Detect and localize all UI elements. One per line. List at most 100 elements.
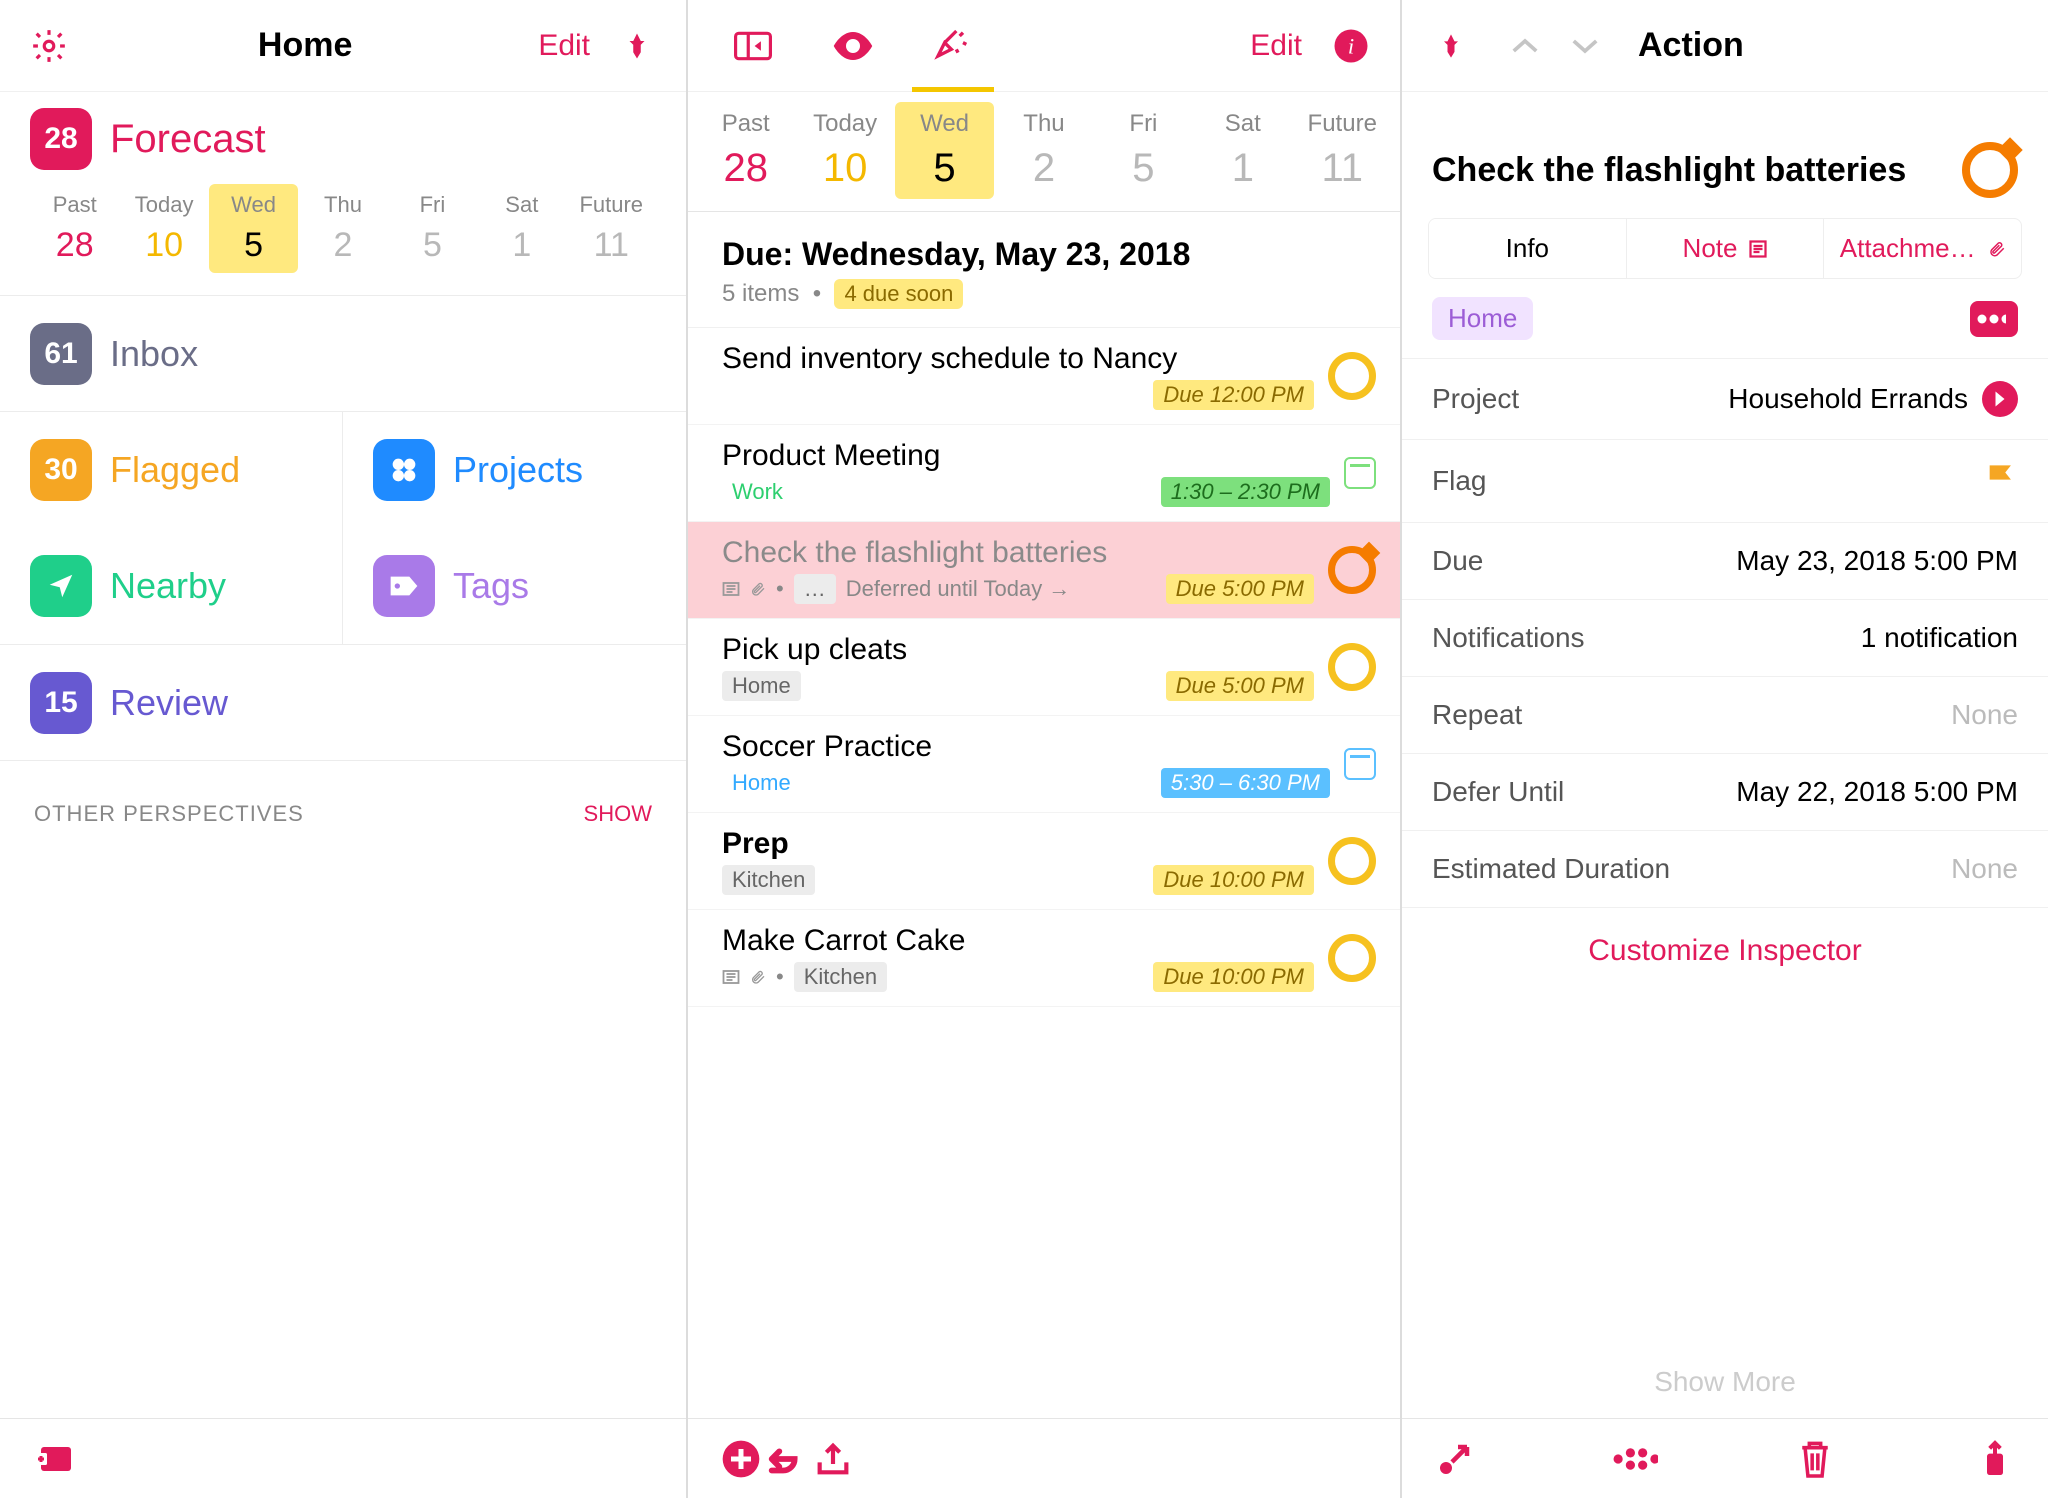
- field-due[interactable]: Due May 23, 2018 5:00 PM: [1402, 522, 2048, 599]
- task-title: Send inventory schedule to Nancy: [722, 342, 1314, 376]
- tab-attachments[interactable]: Attachme…: [1824, 219, 2021, 278]
- tab-note[interactable]: Note: [1627, 219, 1825, 278]
- task-due-chip: Due 12:00 PM: [1153, 380, 1314, 410]
- field-flag-label: Flag: [1432, 465, 1486, 497]
- day-wed[interactable]: Wed5: [209, 184, 298, 273]
- inspector-tags-row[interactable]: Home: [1402, 279, 2048, 358]
- other-perspectives-show-button[interactable]: SHOW: [584, 801, 652, 827]
- day-today[interactable]: Today10: [119, 184, 208, 273]
- attachment-indicator-icon: [750, 581, 766, 597]
- field-defer[interactable]: Defer Until May 22, 2018 5:00 PM: [1402, 753, 2048, 830]
- convert-icon[interactable]: [1612, 1436, 1658, 1482]
- project-arrow-icon[interactable]: [1982, 381, 2018, 417]
- perspective-nearby[interactable]: Nearby: [0, 528, 343, 644]
- tab-info[interactable]: Info: [1429, 219, 1627, 278]
- new-perspective-icon[interactable]: [30, 1436, 76, 1482]
- day-name: Future: [579, 192, 643, 218]
- perspective-forecast[interactable]: 28 Forecast Past28Today10Wed5Thu2Fri5Sat…: [0, 92, 686, 296]
- task-tag: Kitchen: [722, 865, 815, 895]
- task-title: Check the flashlight batteries: [722, 536, 1314, 570]
- home-edit-button[interactable]: Edit: [538, 29, 590, 63]
- task-title: Prep: [722, 827, 1314, 861]
- tab-note-label: Note: [1683, 233, 1738, 264]
- task-row[interactable]: Soccer PracticeHome5:30 – 6:30 PM: [688, 716, 1400, 813]
- task-list: Send inventory schedule to Nancy Due 12:0…: [688, 328, 1400, 1007]
- field-repeat[interactable]: Repeat None: [1402, 676, 2048, 753]
- add-task-icon[interactable]: [718, 1436, 764, 1482]
- other-perspectives-heading: OTHER PERSPECTIVES: [34, 801, 304, 827]
- note-indicator-icon: [722, 581, 740, 597]
- task-row[interactable]: PrepKitchenDue 10:00 PM: [688, 813, 1400, 910]
- day-future[interactable]: Future11: [567, 184, 656, 273]
- day-thu[interactable]: Thu2: [298, 184, 387, 273]
- status-circle-icon[interactable]: [1328, 546, 1376, 594]
- perspective-tags[interactable]: Tags: [343, 528, 686, 644]
- task-row[interactable]: Send inventory schedule to Nancy Due 12:0…: [688, 328, 1400, 425]
- field-project[interactable]: Project Household Errands: [1402, 358, 2048, 439]
- day-fri[interactable]: Fri5: [1094, 102, 1193, 199]
- field-flag[interactable]: Flag: [1402, 439, 2048, 522]
- inspector-tag-home[interactable]: Home: [1432, 297, 1533, 340]
- day-number: 2: [334, 226, 353, 265]
- day-sat[interactable]: Sat1: [1193, 102, 1292, 199]
- tag-arrow-icon[interactable]: [1970, 301, 2018, 337]
- status-circle-icon[interactable]: [1328, 643, 1376, 691]
- perspective-flagged[interactable]: 30 Flagged: [0, 412, 343, 528]
- day-wed[interactable]: Wed5: [895, 102, 994, 199]
- field-notifications-value: 1 notification: [1861, 622, 2018, 654]
- customize-inspector-button[interactable]: Customize Inspector: [1402, 907, 2048, 978]
- show-more-button[interactable]: Show More: [1402, 1366, 2048, 1398]
- perspective-review[interactable]: 15 Review: [0, 645, 686, 761]
- day-today[interactable]: Today10: [795, 102, 894, 199]
- status-circle-icon[interactable]: [1328, 837, 1376, 885]
- inspector-task-title[interactable]: Check the flashlight batteries: [1432, 151, 1946, 190]
- review-label: Review: [110, 682, 228, 724]
- day-thu[interactable]: Thu2: [994, 102, 1093, 199]
- day-sat[interactable]: Sat1: [477, 184, 566, 273]
- info-icon[interactable]: i: [1328, 23, 1374, 69]
- field-due-label: Due: [1432, 545, 1483, 577]
- day-number: 5: [1132, 146, 1154, 191]
- go-to-project-icon[interactable]: [1432, 1436, 1478, 1482]
- field-notifications[interactable]: Notifications 1 notification: [1402, 599, 2048, 676]
- status-circle-icon[interactable]: [1328, 934, 1376, 982]
- tasklist-daystrip: Past28Today10Wed5Thu2Fri5Sat1Future11: [688, 92, 1400, 212]
- perspective-projects[interactable]: Projects: [343, 412, 686, 528]
- share-icon[interactable]: [810, 1436, 856, 1482]
- view-eye-icon[interactable]: [830, 23, 876, 69]
- task-row[interactable]: Make Carrot Cake•KitchenDue 10:00 PM: [688, 910, 1400, 1007]
- inspector-pin-icon[interactable]: [1428, 23, 1474, 69]
- field-repeat-value: None: [1951, 699, 2018, 731]
- tasklist-bottombar: [688, 1418, 1400, 1498]
- task-tag: Work: [722, 477, 793, 507]
- day-name: Today: [135, 192, 194, 218]
- pin-icon[interactable]: [614, 23, 660, 69]
- sidebar-toggle-icon[interactable]: [730, 23, 776, 69]
- day-future[interactable]: Future11: [1293, 102, 1392, 199]
- field-duration-label: Estimated Duration: [1432, 853, 1670, 885]
- other-perspectives-row: OTHER PERSPECTIVES SHOW: [0, 761, 686, 867]
- day-number: 11: [1321, 146, 1363, 191]
- inspector-status-circle-icon[interactable]: [1962, 142, 2018, 198]
- tasklist-column: Edit i Past28Today10Wed5Thu2Fri5Sat1Futu…: [688, 0, 1402, 1498]
- day-fri[interactable]: Fri5: [388, 184, 477, 273]
- day-past[interactable]: Past28: [30, 184, 119, 273]
- task-row[interactable]: Pick up cleatsHomeDue 5:00 PM: [688, 619, 1400, 716]
- perspective-inbox[interactable]: 61 Inbox: [0, 296, 686, 412]
- share-action-icon[interactable]: [1972, 1436, 2018, 1482]
- task-row[interactable]: Product MeetingWork1:30 – 2:30 PM: [688, 425, 1400, 522]
- delete-trash-icon[interactable]: [1792, 1436, 1838, 1482]
- day-past[interactable]: Past28: [696, 102, 795, 199]
- prev-action-chevron-up-icon[interactable]: [1502, 23, 1548, 69]
- task-row[interactable]: Check the flashlight batteries•…Deferred…: [688, 522, 1400, 619]
- settings-gear-icon[interactable]: [26, 23, 72, 69]
- undo-icon[interactable]: [764, 1436, 810, 1482]
- tasklist-edit-button[interactable]: Edit: [1250, 29, 1302, 63]
- day-number: 10: [823, 146, 868, 191]
- status-circle-icon[interactable]: [1328, 352, 1376, 400]
- task-due-chip: Due 5:00 PM: [1166, 671, 1314, 701]
- tags-icon: [373, 555, 435, 617]
- field-duration[interactable]: Estimated Duration None: [1402, 830, 2048, 907]
- next-action-chevron-down-icon[interactable]: [1562, 23, 1608, 69]
- cleanup-broom-icon[interactable]: [930, 23, 976, 69]
